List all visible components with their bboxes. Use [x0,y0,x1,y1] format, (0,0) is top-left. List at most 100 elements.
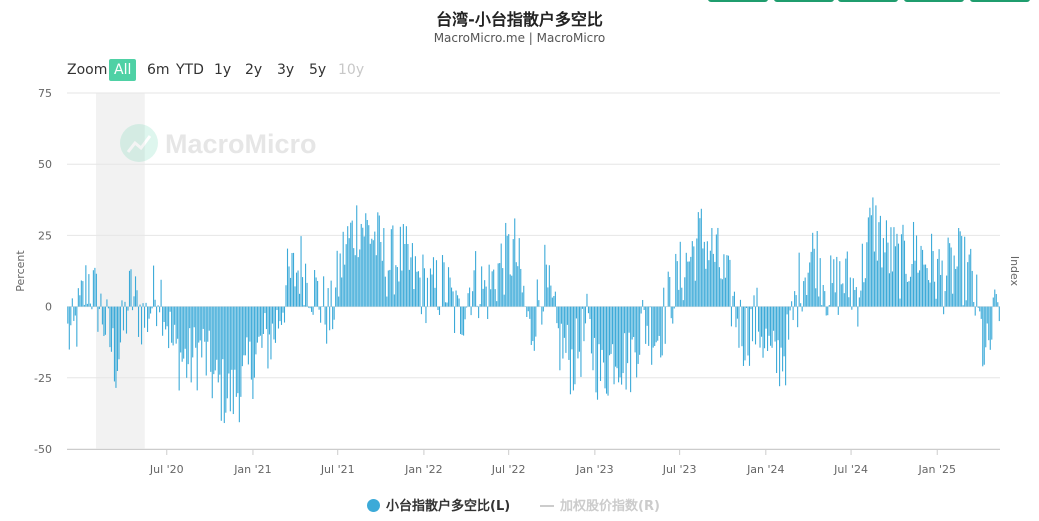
bar [669,276,671,307]
bar [804,277,806,307]
bar [773,306,775,331]
bar [717,227,719,307]
bar [423,268,425,307]
bar [68,306,70,350]
bar [330,280,332,307]
bar [115,306,117,388]
bar [821,305,823,307]
bar [643,306,645,310]
bar [360,223,362,307]
bar [145,302,147,307]
bar [124,301,126,307]
bar [308,306,310,308]
bar [712,253,714,307]
bar [162,306,164,336]
bar [989,306,991,350]
bar [688,261,690,307]
bar [417,271,419,307]
bar [618,306,620,383]
bar [198,306,200,343]
bar [464,306,466,320]
bar [554,291,556,307]
bar [249,306,251,342]
bar [742,306,745,366]
bar [250,306,252,380]
bar [720,278,722,307]
bar [271,306,274,324]
bar [76,306,78,347]
bar [639,306,641,355]
bar [601,306,603,350]
bar [288,266,290,307]
bar [491,271,493,307]
bar [142,303,144,307]
bar [285,285,287,307]
legend-item-series-left[interactable]: 小台指散户多空比(L) [367,497,510,517]
bar [91,306,93,310]
bar [97,306,99,332]
bar [83,304,85,307]
bar [718,267,720,307]
bar [867,217,869,307]
bar [366,220,368,307]
bar [387,270,389,307]
bar [581,306,584,309]
bar [207,306,209,342]
bar [131,306,134,311]
bar [94,267,96,307]
bar [852,278,854,307]
bar [186,306,188,378]
bar [148,306,150,319]
bar [556,306,558,324]
bar [180,306,182,353]
bar [101,306,103,325]
bar [827,306,829,316]
x-tick-label: Jul '21 [320,463,355,476]
bar [569,306,571,395]
bar [467,293,469,307]
bar [965,300,967,307]
bar [88,274,90,307]
bar [891,271,894,307]
bar [768,306,770,336]
bar [848,297,850,307]
bar [231,306,233,370]
bar [165,306,167,330]
bar [545,264,547,307]
bar [125,306,128,334]
bar [926,268,928,307]
bar [819,258,821,307]
bar [347,226,349,307]
bar [253,306,255,378]
bar [750,306,752,310]
bar [578,306,580,352]
bar [583,306,585,342]
bar [696,238,698,307]
bar [169,306,171,312]
bar [261,306,263,348]
bar [86,303,88,307]
bar [506,235,508,307]
bar [431,274,433,307]
bar [842,283,844,307]
bar [303,305,305,307]
bar [672,306,674,324]
bar [602,306,605,363]
bar [345,244,347,307]
bar [407,243,409,307]
bar [703,241,705,307]
bar [909,276,912,307]
bar [694,280,696,307]
bar [915,235,918,307]
bar [378,215,380,307]
bar [282,306,284,313]
bar [806,294,808,307]
bar [876,260,878,307]
legend-item-series-right[interactable]: 加权股价指数(R) [540,497,660,517]
bar [900,234,903,307]
bar [944,291,946,307]
bar [681,287,683,307]
bar [940,274,942,307]
bar [977,306,979,308]
bar [122,306,125,331]
